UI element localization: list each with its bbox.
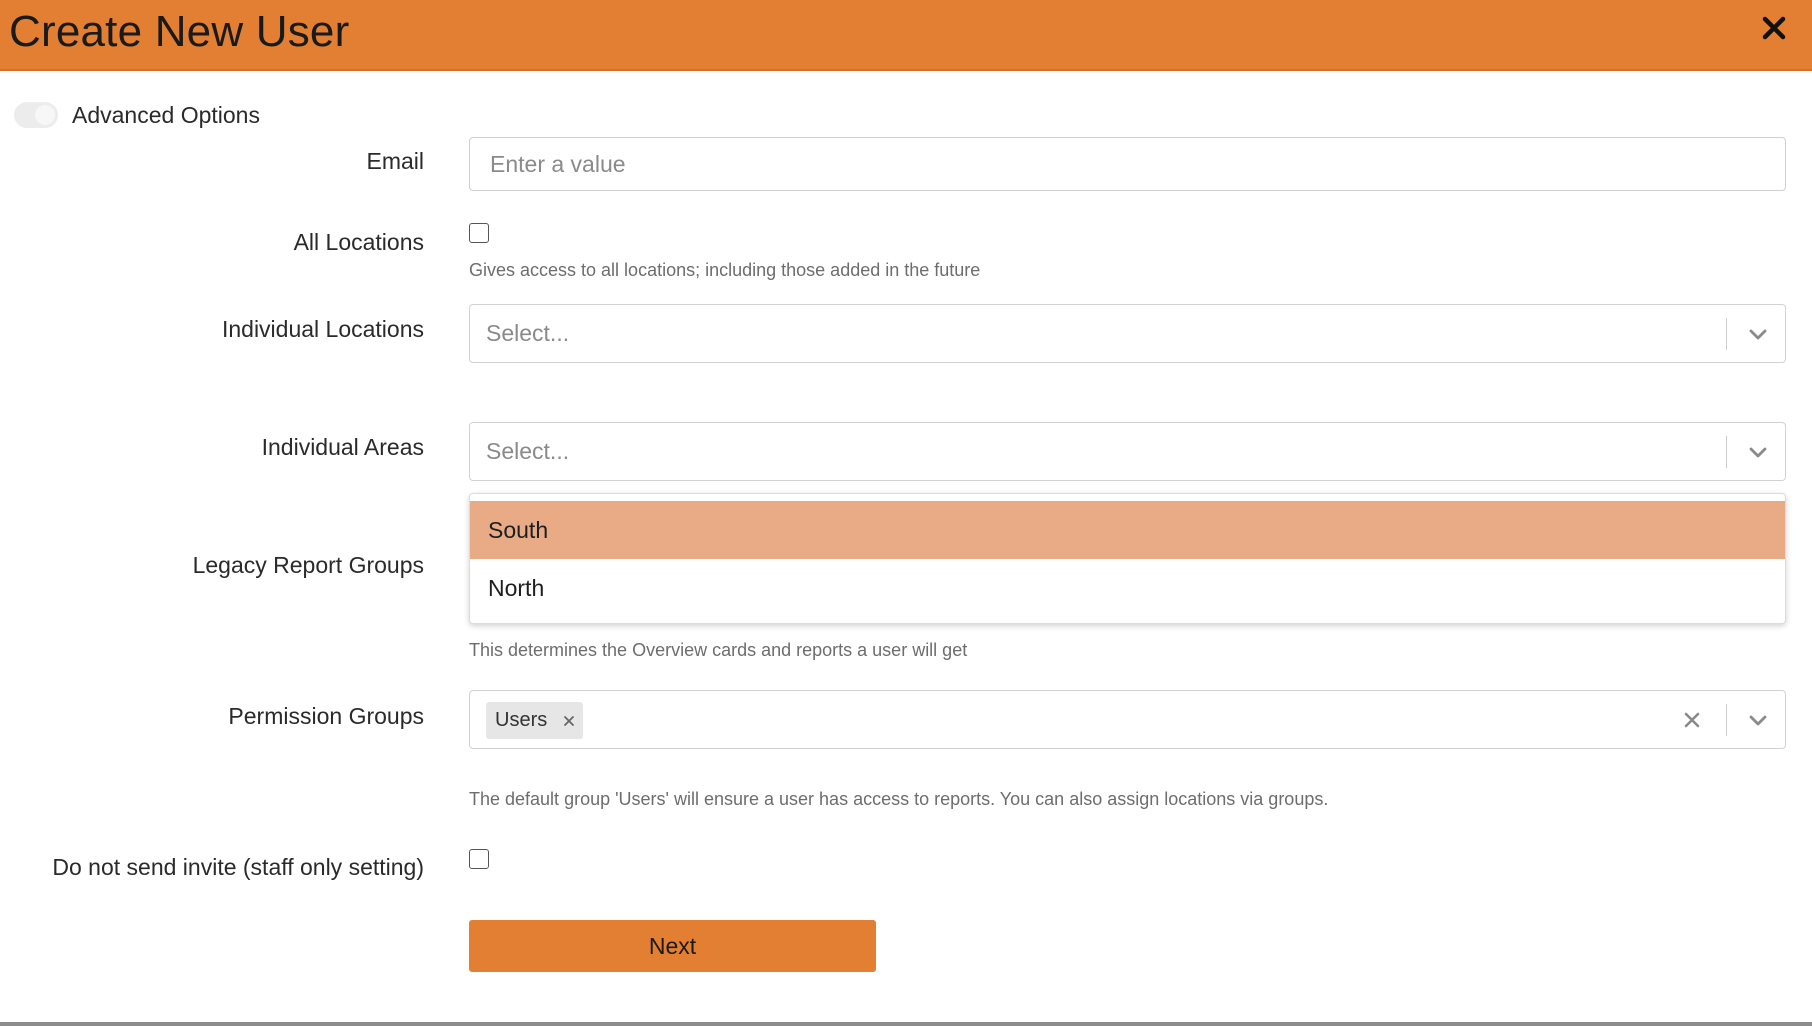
permission-groups-label: Permission Groups	[228, 703, 424, 729]
menu-option-north[interactable]: North	[470, 559, 1785, 617]
selected-tag: Users	[486, 702, 584, 739]
chevron-down-icon[interactable]	[1747, 441, 1769, 463]
menu-option-south[interactable]: South	[470, 501, 1785, 559]
legacy-report-groups-container: This determines the Overview cards and r…	[469, 640, 1786, 661]
individual-locations-select[interactable]: Select...	[469, 304, 1786, 363]
tag-remove-icon	[564, 715, 575, 726]
individual-locations-container: Select...	[469, 304, 1786, 363]
select-placeholder: Select...	[486, 438, 570, 464]
advanced-options-row: Advanced Options	[14, 98, 260, 132]
permission-groups-help: The default group 'Users' will ensure a …	[469, 789, 1329, 809]
select-separator	[1725, 318, 1727, 350]
chevron-down-icon[interactable]	[1747, 709, 1769, 731]
legacy-report-groups-label: Legacy Report Groups	[192, 552, 424, 578]
email-label: Email	[366, 148, 424, 174]
toggle-knob	[35, 105, 55, 125]
do-not-send-invite-label: Do not send invite (staff only setting)	[52, 854, 424, 880]
modal-header: Create New User	[0, 0, 1812, 71]
individual-areas-menu: South North	[469, 493, 1786, 624]
select-separator	[1725, 436, 1727, 468]
individual-areas-label: Individual Areas	[261, 434, 424, 460]
individual-areas-container: Select...	[469, 422, 1786, 481]
individual-areas-select[interactable]: Select...	[469, 422, 1786, 481]
bottom-divider	[0, 1022, 1812, 1026]
next-button[interactable]: Next	[469, 920, 876, 972]
all-locations-container: Gives access to all locations; including…	[469, 223, 1786, 281]
do-not-send-invite-container	[469, 849, 1786, 869]
legacy-report-groups-help: This determines the Overview cards and r…	[469, 640, 968, 660]
permission-groups-container: Users The default group 'Users' will ens…	[469, 690, 1786, 810]
advanced-options-toggle[interactable]	[14, 102, 58, 128]
advanced-options-label: Advanced Options	[72, 101, 260, 128]
select-placeholder: Select...	[486, 320, 570, 346]
permission-groups-select[interactable]: Users	[469, 690, 1786, 749]
email-field-container	[469, 137, 1786, 191]
clear-icon[interactable]	[1681, 709, 1703, 731]
close-icon	[1762, 16, 1786, 40]
all-locations-help: Gives access to all locations; including…	[469, 260, 981, 280]
tag-remove-button[interactable]	[555, 702, 583, 739]
chevron-down-icon[interactable]	[1747, 323, 1769, 345]
tag-label: Users	[495, 709, 548, 731]
close-button[interactable]	[1756, 10, 1792, 46]
all-locations-label: All Locations	[293, 229, 424, 255]
do-not-send-invite-checkbox[interactable]	[469, 849, 489, 869]
email-field[interactable]	[469, 137, 1786, 191]
modal-title: Create New User	[9, 7, 350, 56]
select-separator	[1725, 704, 1727, 736]
individual-locations-label: Individual Locations	[221, 316, 424, 342]
create-user-modal: Create New User Advanced Options Email A…	[0, 0, 1812, 1026]
all-locations-checkbox[interactable]	[469, 223, 489, 243]
